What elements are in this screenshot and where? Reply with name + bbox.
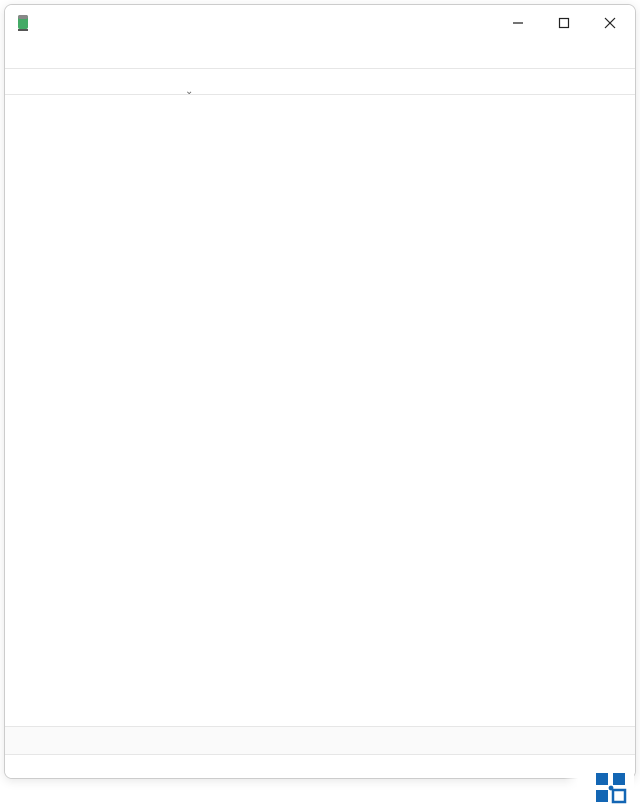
column-headers: ⌄ [5,69,635,95]
window-controls [495,7,633,39]
menu-file[interactable] [17,53,29,57]
menu-action[interactable] [31,53,43,57]
program-list[interactable] [5,95,635,726]
search-bar [5,726,635,754]
close-button[interactable] [587,7,633,39]
titlebar[interactable] [5,5,635,41]
menu-help[interactable] [59,53,71,57]
menu-view[interactable] [45,53,57,57]
app-icon [15,13,31,33]
app-window: ⌄ [4,4,636,779]
statusbar [5,754,635,778]
search-input[interactable] [5,733,635,748]
watermark [564,766,634,810]
minimize-button[interactable] [495,7,541,39]
watermark-icon [594,771,628,805]
maximize-button[interactable] [541,7,587,39]
menubar [5,41,635,69]
